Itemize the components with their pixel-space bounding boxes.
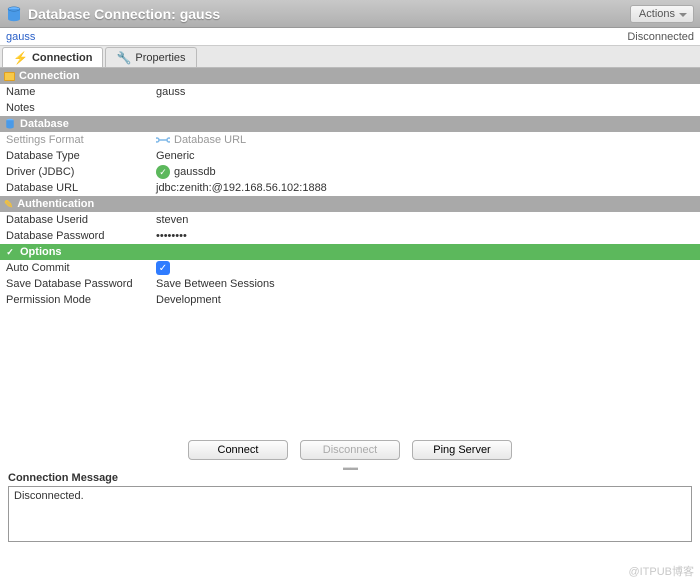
tab-properties[interactable]: 🔧 Properties — [105, 47, 196, 67]
tab-bar: ⚡ Connection 🔧 Properties — [0, 46, 700, 68]
breadcrumb-gauss[interactable]: gauss — [6, 31, 35, 43]
name-value[interactable]: gauss — [156, 86, 694, 98]
tab-label: Properties — [135, 52, 185, 64]
connect-button[interactable]: Connect — [188, 440, 288, 460]
link-icon — [156, 135, 170, 145]
row-database-url: Database URL jdbc:zenith:@192.168.56.102… — [0, 180, 700, 196]
watermark: @ITPUB博客 — [628, 563, 694, 579]
tab-connection[interactable]: ⚡ Connection — [2, 47, 103, 67]
ping-server-button[interactable]: Ping Server — [412, 440, 512, 460]
window-title: Database Connection: gauss — [28, 6, 630, 22]
check-icon: ✓ — [156, 165, 170, 179]
row-save-password: Save Database Password Save Between Sess… — [0, 276, 700, 292]
row-notes: Notes — [0, 100, 700, 116]
row-settings-format: Settings Format Database URL — [0, 132, 700, 148]
permission-mode-value[interactable]: Development — [156, 294, 694, 306]
database-url-value[interactable]: jdbc:zenith:@192.168.56.102:1888 — [156, 182, 694, 194]
message-label: Connection Message — [0, 470, 700, 486]
wrench-icon: 🔧 — [116, 51, 131, 65]
spacer — [0, 308, 700, 432]
disconnect-button: Disconnect — [300, 440, 400, 460]
database-type-value[interactable]: Generic — [156, 150, 694, 162]
database-icon — [6, 6, 22, 22]
folder-icon — [4, 72, 15, 81]
form-area: Connection Name gauss Notes Database Set… — [0, 68, 700, 542]
row-permission-mode: Permission Mode Development — [0, 292, 700, 308]
breadcrumb-row: gauss Disconnected — [0, 28, 700, 46]
row-driver: Driver (JDBC) ✓ gaussdb — [0, 164, 700, 180]
password-value[interactable]: •••••••• — [156, 230, 694, 242]
section-options: ✓ Options — [0, 244, 700, 260]
userid-value[interactable]: steven — [156, 214, 694, 226]
settings-format-value[interactable]: Database URL — [156, 134, 694, 146]
save-password-value[interactable]: Save Between Sessions — [156, 278, 694, 290]
titlebar: Database Connection: gauss Actions — [0, 0, 700, 28]
tab-label: Connection — [32, 52, 93, 64]
message-box[interactable]: Disconnected. — [8, 486, 692, 542]
actions-dropdown[interactable]: Actions — [630, 5, 694, 23]
key-icon: ✎ — [4, 198, 13, 211]
section-database: Database — [0, 116, 700, 132]
section-authentication: ✎ Authentication — [0, 196, 700, 212]
row-password: Database Password •••••••• — [0, 228, 700, 244]
row-auto-commit: Auto Commit ✓ — [0, 260, 700, 276]
database-icon — [4, 118, 16, 130]
row-userid: Database Userid steven — [0, 212, 700, 228]
connection-status: Disconnected — [627, 31, 694, 43]
section-connection: Connection — [0, 68, 700, 84]
driver-value[interactable]: ✓ gaussdb — [156, 165, 694, 179]
check-icon: ✓ — [4, 246, 16, 258]
row-name: Name gauss — [0, 84, 700, 100]
auto-commit-checkbox[interactable]: ✓ — [156, 261, 170, 275]
button-row: Connect Disconnect Ping Server — [0, 432, 700, 464]
row-database-type: Database Type Generic — [0, 148, 700, 164]
plug-icon: ⚡ — [13, 51, 28, 65]
